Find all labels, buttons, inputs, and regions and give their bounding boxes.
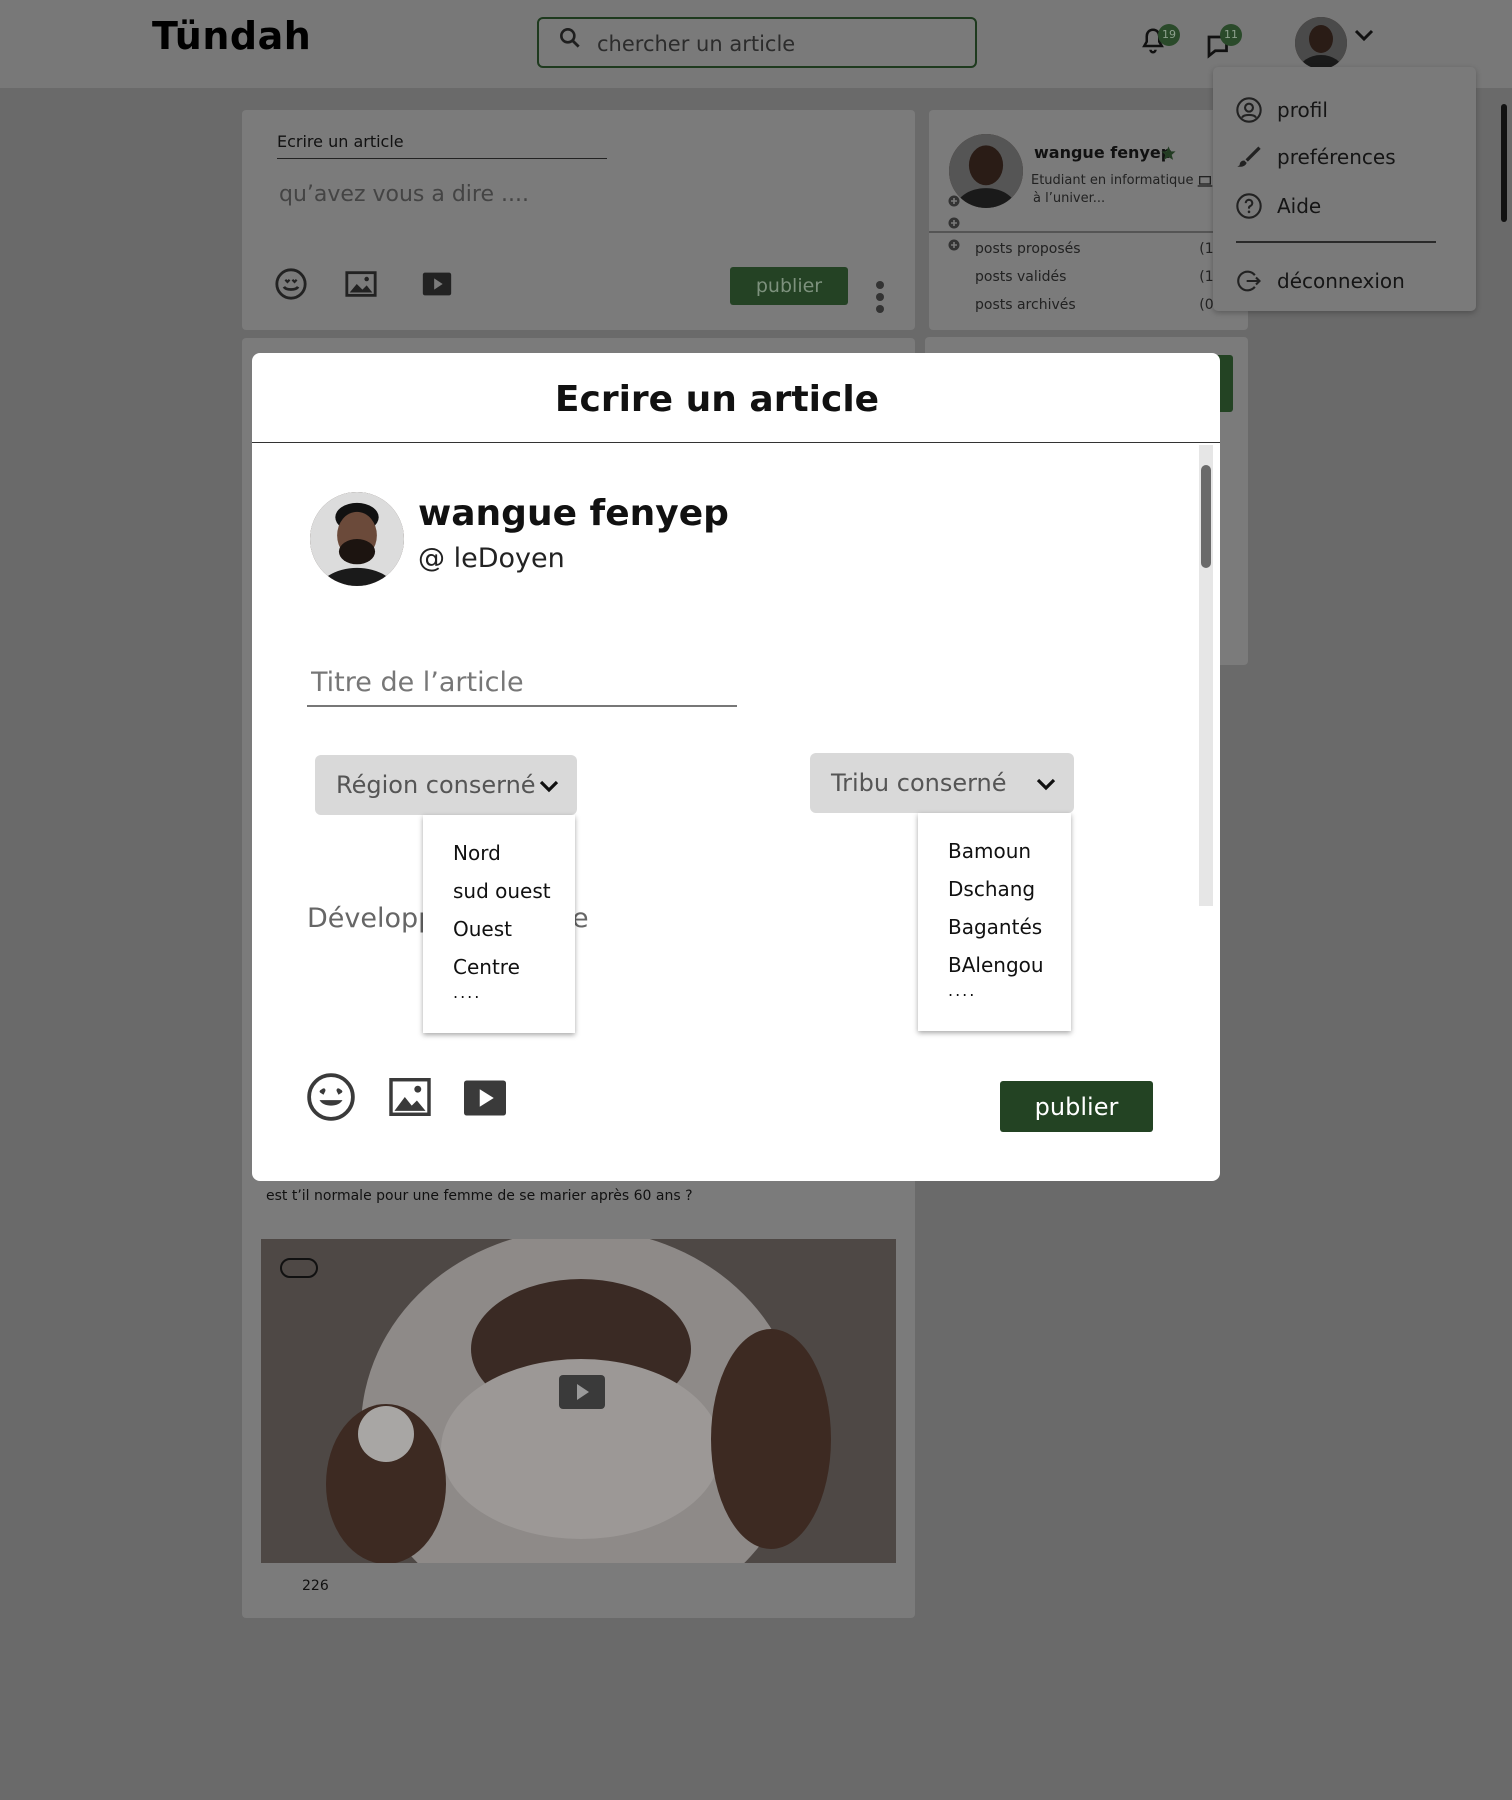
video-icon[interactable] xyxy=(464,1080,506,1116)
emoji-icon[interactable] xyxy=(274,267,308,301)
profile-name[interactable]: wangue fenyep xyxy=(1034,143,1172,162)
stat-validated-label[interactable]: posts validés xyxy=(975,269,1066,285)
more-options-icon[interactable] xyxy=(875,280,885,314)
user-circle-icon xyxy=(1236,97,1262,123)
tribu-options-list: Bamoun Dschang Bagantés BAlengou .... xyxy=(918,813,1071,1031)
modal-scrollbar-thumb[interactable] xyxy=(1201,465,1211,568)
plus-circle-icon[interactable] xyxy=(948,195,960,207)
user-portrait-icon xyxy=(310,492,404,586)
user-portrait-icon xyxy=(949,134,1023,208)
region-select-label: Région conserné xyxy=(336,771,536,799)
publish-button[interactable]: publier xyxy=(1000,1081,1153,1132)
search-input[interactable]: chercher un article xyxy=(597,32,795,56)
article-content-input[interactable]: Développ xyxy=(307,903,435,934)
region-option-centre[interactable]: Centre xyxy=(453,955,520,979)
post-media[interactable] xyxy=(261,1239,896,1563)
user-dropdown-menu: profil preférences Aide déconnexion xyxy=(1213,67,1476,311)
play-icon[interactable] xyxy=(559,1375,605,1409)
user-portrait-icon xyxy=(1295,17,1347,69)
notifications-badge: 19 xyxy=(1158,24,1180,46)
tribu-option-dschang[interactable]: Dschang xyxy=(948,877,1035,901)
post-text: est t’il normale pour une femme de se ma… xyxy=(266,1188,693,1204)
article-title-input[interactable] xyxy=(307,659,737,707)
divider xyxy=(929,231,1248,233)
profile-avatar[interactable] xyxy=(949,134,1023,208)
tribu-select[interactable]: Tribu conserné xyxy=(810,753,1074,813)
menu-item-profil[interactable]: profil xyxy=(1235,95,1328,125)
post-reaction-count: 226 xyxy=(302,1578,329,1594)
tribu-option-balengou[interactable]: BAlengou xyxy=(948,953,1044,977)
notifications-button[interactable]: 19 xyxy=(1138,24,1180,60)
messages-badge: 11 xyxy=(1220,24,1242,46)
compose-tab[interactable]: Ecrire un article xyxy=(277,132,404,151)
stat-proposed-label[interactable]: posts proposés xyxy=(975,241,1081,257)
avatar xyxy=(1295,17,1347,69)
tribu-option-bamoun[interactable]: Bamoun xyxy=(948,839,1031,863)
video-icon[interactable] xyxy=(420,267,454,301)
compose-input[interactable]: qu’avez vous a dire .... xyxy=(279,182,529,207)
modal-title: Ecrire un article xyxy=(554,379,880,420)
logout-icon xyxy=(1237,270,1261,292)
tribu-option-more[interactable]: .... xyxy=(948,981,976,1000)
menu-item-label: Aide xyxy=(1277,194,1322,218)
page-scrollbar[interactable] xyxy=(1501,104,1507,222)
tribu-option-bagantes[interactable]: Bagantés xyxy=(948,915,1042,939)
chevron-down-icon xyxy=(539,780,559,793)
menu-item-preferences[interactable]: preférences xyxy=(1235,142,1396,172)
region-option-more[interactable]: .... xyxy=(453,983,481,1002)
image-icon[interactable] xyxy=(389,1078,431,1116)
region-select[interactable]: Région conserné xyxy=(315,755,577,815)
brush-icon xyxy=(1237,146,1261,167)
write-article-modal: Ecrire un article wangue fenyep @ leDoye… xyxy=(252,353,1220,1181)
modal-handle: @ leDoyen xyxy=(418,543,565,574)
menu-item-label: profil xyxy=(1277,98,1328,122)
region-option-nord[interactable]: Nord xyxy=(453,841,501,865)
laptop-icon xyxy=(1197,176,1213,187)
menu-item-label: preférences xyxy=(1277,145,1396,169)
compose-card: Ecrire un article qu’avez vous a dire ..… xyxy=(242,110,915,330)
region-option-ouest[interactable]: Ouest xyxy=(453,917,512,941)
stat-archived-label[interactable]: posts archivés xyxy=(975,297,1076,313)
menu-divider xyxy=(1236,241,1436,243)
modal-username: wangue fenyep xyxy=(418,493,729,534)
compose-publish-button[interactable]: publier xyxy=(730,267,848,305)
search-bar[interactable]: chercher un article xyxy=(537,17,977,68)
profile-card: wangue fenyep Etudiant en informatique à… xyxy=(929,110,1248,330)
profile-bio-line: Etudiant en informatique xyxy=(1031,173,1194,188)
app-logo[interactable]: Tündah xyxy=(152,14,311,58)
plus-circle-icon[interactable] xyxy=(948,217,960,229)
menu-item-aide[interactable]: Aide xyxy=(1235,191,1321,221)
plus-circle-icon[interactable] xyxy=(948,239,960,251)
modal-divider xyxy=(252,442,1220,443)
search-icon xyxy=(560,28,580,48)
messages-button[interactable]: 11 xyxy=(1204,24,1242,66)
tab-underline xyxy=(277,158,607,159)
chevron-down-icon xyxy=(1354,29,1374,42)
menu-item-label: déconnexion xyxy=(1277,269,1405,293)
emoji-icon[interactable] xyxy=(306,1072,356,1122)
modal-avatar xyxy=(310,492,404,586)
tribu-select-label: Tribu conserné xyxy=(831,769,1007,797)
menu-item-deconnexion[interactable]: déconnexion xyxy=(1235,266,1405,296)
region-options-list: Nord sud ouest Ouest Centre .... xyxy=(423,815,575,1033)
help-circle-icon xyxy=(1236,193,1262,219)
region-option-sud-ouest[interactable]: sud ouest xyxy=(453,879,551,903)
star-icon xyxy=(1161,146,1176,160)
chevron-down-icon xyxy=(1036,778,1056,791)
profile-bio-line: à l’univer... xyxy=(1033,191,1106,206)
image-icon[interactable] xyxy=(344,267,378,301)
